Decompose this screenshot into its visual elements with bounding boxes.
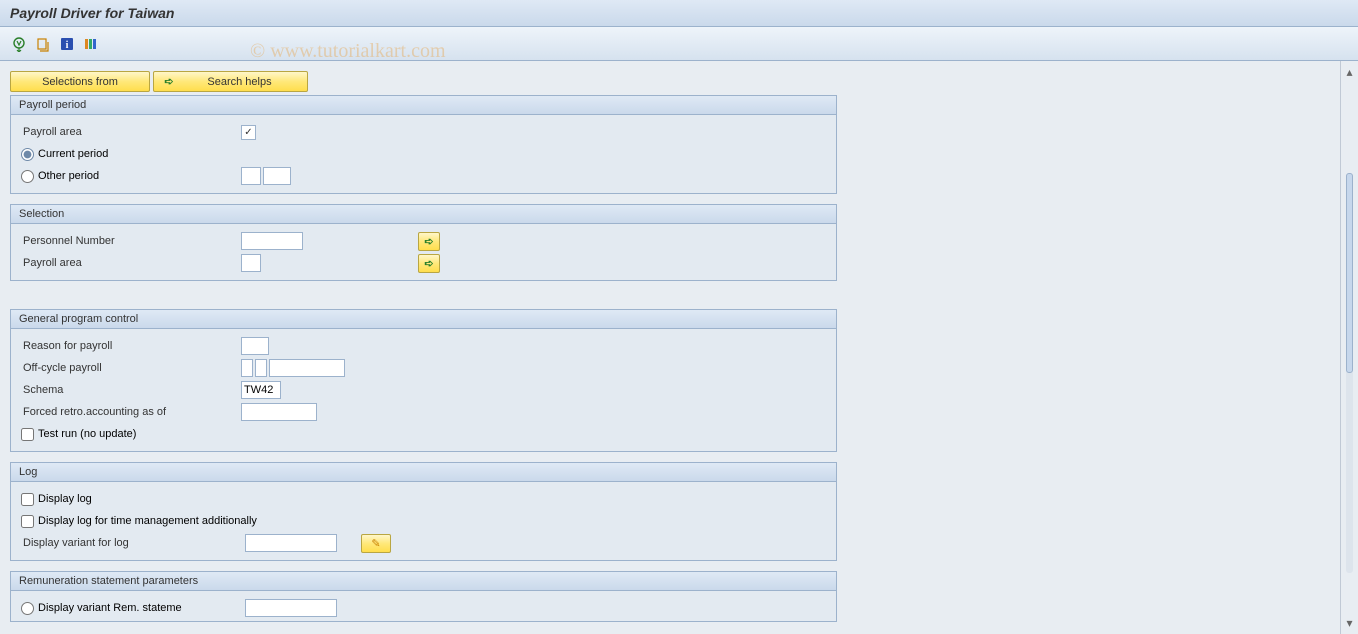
schema-label: Schema xyxy=(21,384,241,396)
display-variant-rem-input[interactable] xyxy=(245,599,337,617)
display-variant-rem-label: Display variant Rem. stateme xyxy=(38,602,182,614)
other-period-input-2[interactable] xyxy=(263,167,291,185)
display-log-wrap[interactable]: Display log xyxy=(21,493,92,506)
off-cycle-id-input[interactable] xyxy=(255,359,267,377)
execute-icon[interactable] xyxy=(10,35,28,53)
test-run-checkbox[interactable] xyxy=(21,428,34,441)
current-period-radio-wrap[interactable]: Current period xyxy=(21,148,108,161)
group-header-selection: Selection xyxy=(11,205,836,224)
group-header-remuneration: Remuneration statement parameters xyxy=(11,572,836,591)
forced-retro-label: Forced retro.accounting as of xyxy=(21,406,241,418)
forced-retro-input[interactable] xyxy=(241,403,317,421)
edit-variant-button[interactable]: ✎ xyxy=(361,534,391,553)
display-log-label: Display log xyxy=(38,493,92,505)
vertical-scrollbar[interactable]: ▴ ▾ xyxy=(1340,61,1358,634)
personnel-number-input[interactable] xyxy=(241,232,303,250)
colors-icon[interactable] xyxy=(82,35,100,53)
display-log-time-label: Display log for time management addition… xyxy=(38,515,257,527)
other-period-radio[interactable] xyxy=(21,170,34,183)
display-variant-rem-radio[interactable] xyxy=(21,602,34,615)
main-area: Selections from ➪ Search helps Payroll p… xyxy=(0,61,1340,634)
off-cycle-label: Off-cycle payroll xyxy=(21,362,241,374)
current-period-label: Current period xyxy=(38,148,108,160)
test-run-label: Test run (no update) xyxy=(38,428,136,440)
other-period-radio-wrap[interactable]: Other period xyxy=(21,170,241,183)
arrow-right-icon: ➪ xyxy=(424,257,433,270)
content-wrapper: Selections from ➪ Search helps Payroll p… xyxy=(0,61,1358,634)
arrow-right-icon: ➪ xyxy=(162,75,176,88)
display-log-checkbox[interactable] xyxy=(21,493,34,506)
info-icon[interactable]: i xyxy=(58,35,76,53)
group-log: Log Display log Display log for time man… xyxy=(10,462,837,561)
svg-text:i: i xyxy=(66,40,69,51)
payroll-area-label: Payroll area xyxy=(21,126,241,138)
page-title: Payroll Driver for Taiwan xyxy=(10,5,174,21)
sel-payroll-area-label: Payroll area xyxy=(21,257,241,269)
off-cycle-type-input[interactable] xyxy=(241,359,253,377)
personnel-number-label: Personnel Number xyxy=(21,235,241,247)
top-button-row: Selections from ➪ Search helps xyxy=(10,71,1340,92)
scroll-track[interactable] xyxy=(1346,173,1353,573)
display-log-time-checkbox[interactable] xyxy=(21,515,34,528)
display-variant-input[interactable] xyxy=(245,534,337,552)
group-remuneration: Remuneration statement parameters Displa… xyxy=(10,571,837,622)
display-variant-label: Display variant for log xyxy=(21,537,245,549)
arrow-right-icon: ➪ xyxy=(424,235,433,248)
schema-input[interactable] xyxy=(241,381,281,399)
reason-label: Reason for payroll xyxy=(21,340,241,352)
search-helps-label: Search helps xyxy=(180,76,299,88)
pencil-icon: ✎ xyxy=(371,537,380,550)
group-header-payroll-period: Payroll period xyxy=(11,96,836,115)
page-title-bar: Payroll Driver for Taiwan xyxy=(0,0,1358,27)
group-selection: Selection Personnel Number ➪ Payroll are… xyxy=(10,204,837,281)
search-helps-button[interactable]: ➪ Search helps xyxy=(153,71,308,92)
payroll-area-required-checkbox[interactable]: ✓ xyxy=(241,125,256,140)
selections-from-button[interactable]: Selections from xyxy=(10,71,150,92)
sel-payroll-area-input[interactable] xyxy=(241,254,261,272)
scroll-up-icon[interactable]: ▴ xyxy=(1346,61,1352,83)
get-variant-icon[interactable] xyxy=(34,35,52,53)
group-header-log: Log xyxy=(11,463,836,482)
group-payroll-period: Payroll period Payroll area ✓ Current pe… xyxy=(10,95,837,194)
scroll-down-icon[interactable]: ▾ xyxy=(1346,612,1352,634)
personnel-number-multiple-button[interactable]: ➪ xyxy=(418,232,440,251)
test-run-wrap[interactable]: Test run (no update) xyxy=(21,428,136,441)
app-toolbar: i xyxy=(0,27,1358,61)
group-general: General program control Reason for payro… xyxy=(10,309,837,452)
sel-payroll-area-multiple-button[interactable]: ➪ xyxy=(418,254,440,273)
scroll-thumb[interactable] xyxy=(1346,173,1353,373)
display-variant-rem-wrap[interactable]: Display variant Rem. stateme xyxy=(21,602,245,615)
group-header-general: General program control xyxy=(11,310,836,329)
current-period-radio[interactable] xyxy=(21,148,34,161)
other-period-label: Other period xyxy=(38,170,99,182)
other-period-input-1[interactable] xyxy=(241,167,261,185)
display-log-time-wrap[interactable]: Display log for time management addition… xyxy=(21,515,257,528)
off-cycle-date-input[interactable] xyxy=(269,359,345,377)
selections-from-label: Selections from xyxy=(42,76,118,88)
reason-input[interactable] xyxy=(241,337,269,355)
